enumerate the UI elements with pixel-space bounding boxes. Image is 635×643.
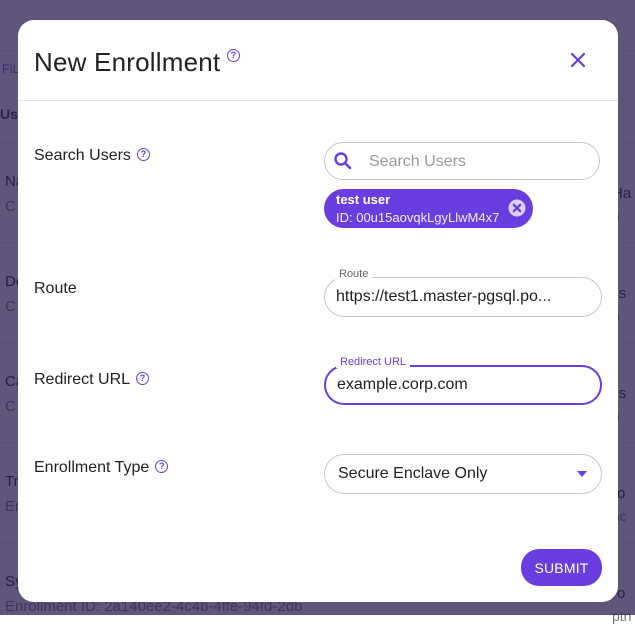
help-icon[interactable]: ? xyxy=(136,148,150,161)
redirect-url-input[interactable] xyxy=(337,366,587,404)
submit-button[interactable]: SUBMIT xyxy=(521,549,602,586)
enrollment-type-label: Enrollment Type? xyxy=(34,459,169,477)
redirect-url-label: Redirect URL? xyxy=(34,371,150,389)
search-icon xyxy=(334,152,352,170)
remove-user-icon[interactable] xyxy=(508,199,526,217)
selected-user-name: test user xyxy=(336,192,391,207)
dialog-title: New Enrollment xyxy=(34,47,221,77)
route-input[interactable] xyxy=(336,278,586,316)
help-icon[interactable]: ? xyxy=(136,372,150,385)
help-icon[interactable]: ? xyxy=(155,460,169,473)
close-icon xyxy=(570,52,586,68)
enrollment-type-select[interactable]: Secure Enclave Only xyxy=(324,454,602,494)
search-users-input[interactable] xyxy=(367,143,591,181)
route-label: Route xyxy=(34,280,77,297)
redirect-url-field[interactable]: Redirect URL xyxy=(324,356,602,405)
dialog-header: New Enrollment ? xyxy=(18,20,618,101)
selected-user-chip: test user ID: 00u15aovqkLgyLlwM4x7 xyxy=(324,189,533,228)
help-icon[interactable]: ? xyxy=(227,49,240,62)
new-enrollment-dialog: New Enrollment ? Search Users? test user… xyxy=(18,20,618,602)
search-users-field[interactable] xyxy=(324,142,600,181)
close-button[interactable] xyxy=(568,50,588,70)
chevron-down-icon xyxy=(577,471,587,477)
route-field[interactable]: Route xyxy=(324,268,602,317)
search-users-label: Search Users? xyxy=(34,147,150,165)
enrollment-type-value: Secure Enclave Only xyxy=(338,465,488,482)
selected-user-id: ID: 00u15aovqkLgyLlwM4x7 xyxy=(336,210,500,225)
